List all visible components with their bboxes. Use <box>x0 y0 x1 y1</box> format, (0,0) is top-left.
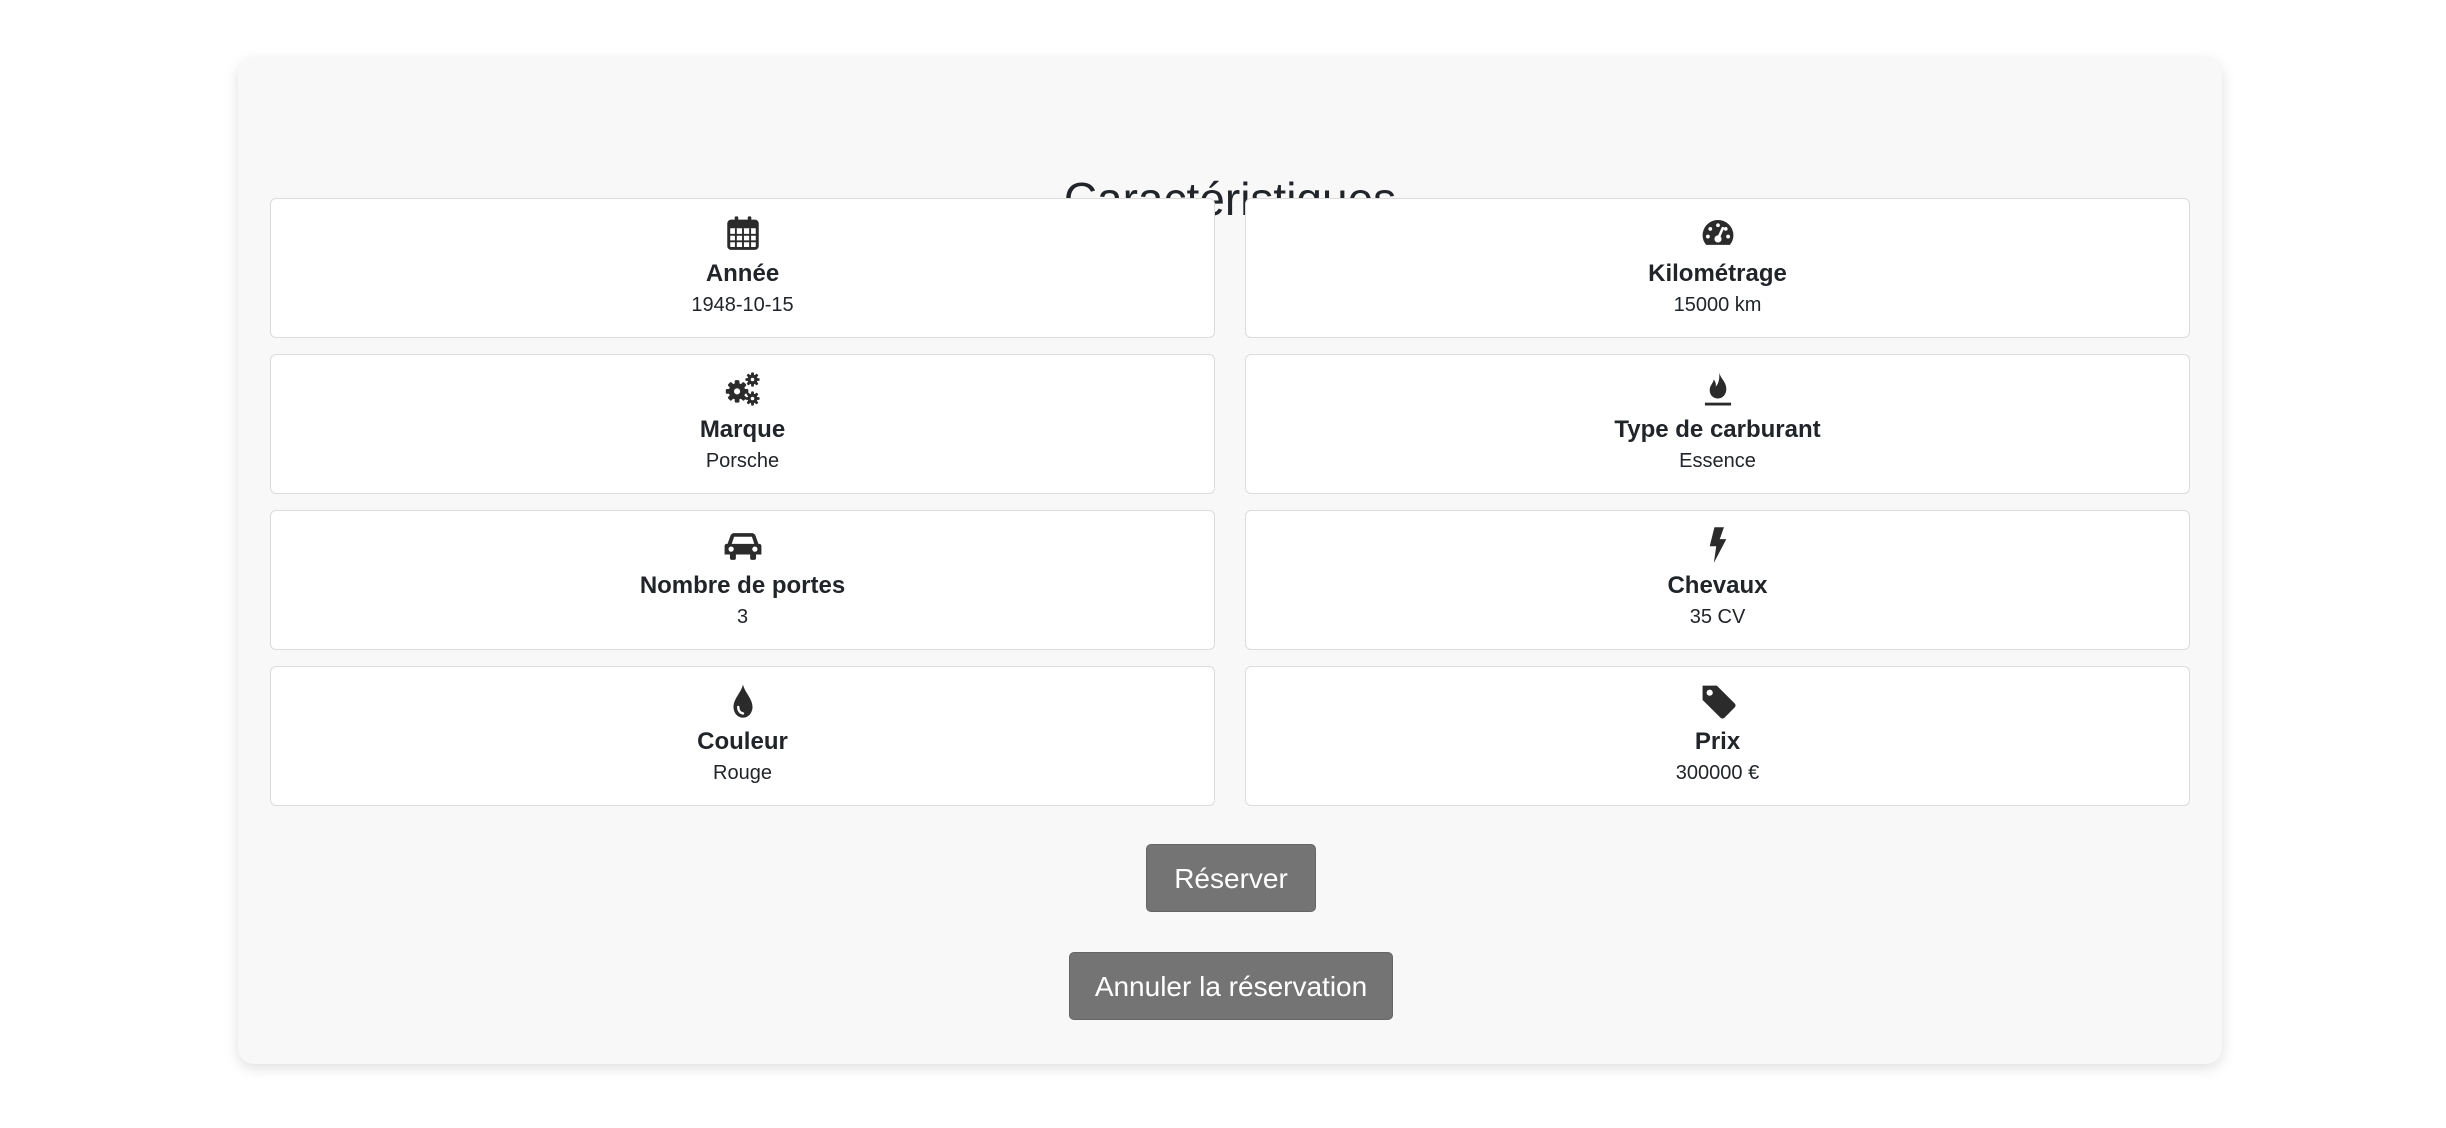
gears-icon <box>723 369 763 409</box>
feature-value: 300000 € <box>1675 762 1760 784</box>
feature-label: Chevaux <box>1667 572 1768 599</box>
feature-value: 3 <box>736 606 749 628</box>
feature-value: Rouge <box>713 762 772 784</box>
feature-value: Porsche <box>705 450 780 472</box>
feature-label: Couleur <box>697 728 788 755</box>
speedometer-icon <box>1698 213 1738 253</box>
feature-value: 15000 km <box>1673 294 1762 316</box>
paint-drop-icon <box>723 681 763 721</box>
feature-card-mileage: Kilométrage 15000 km <box>1245 198 2190 338</box>
cancel-reservation-button[interactable]: Annuler la réservation <box>1069 952 1393 1020</box>
feature-card-fuel-type: Type de carburant Essence <box>1245 354 2190 494</box>
car-icon <box>723 525 763 565</box>
feature-card-color: Couleur Rouge <box>270 666 1215 806</box>
price-tag-icon <box>1698 681 1738 721</box>
feature-label: Année <box>705 260 780 287</box>
feature-label: Type de carburant <box>1614 416 1821 443</box>
lightning-bolt-icon <box>1698 525 1738 565</box>
feature-label: Nombre de portes <box>639 572 846 599</box>
feature-value: 1948-10-15 <box>691 294 794 316</box>
feature-value: 35 CV <box>1689 606 1746 628</box>
feature-card-doors: Nombre de portes 3 <box>270 510 1215 650</box>
feature-label: Marque <box>699 416 786 443</box>
feature-label: Kilométrage <box>1648 260 1787 287</box>
feature-value: Essence <box>1679 450 1756 472</box>
feature-label: Prix <box>1694 728 1741 755</box>
feature-card-price: Prix 300000 € <box>1245 666 2190 806</box>
features-grid: Année 1948-10-15 Kilométrage 15000 km Ma… <box>270 198 2190 806</box>
reserve-button[interactable]: Réserver <box>1146 844 1316 912</box>
characteristics-panel: Caractéristiques Année 1948-10-15 Kilomé… <box>238 58 2222 1064</box>
feature-card-horsepower: Chevaux 35 CV <box>1245 510 2190 650</box>
calendar-icon <box>723 213 763 253</box>
feature-card-year: Année 1948-10-15 <box>270 198 1215 338</box>
fuel-flame-icon <box>1698 369 1738 409</box>
feature-card-brand: Marque Porsche <box>270 354 1215 494</box>
